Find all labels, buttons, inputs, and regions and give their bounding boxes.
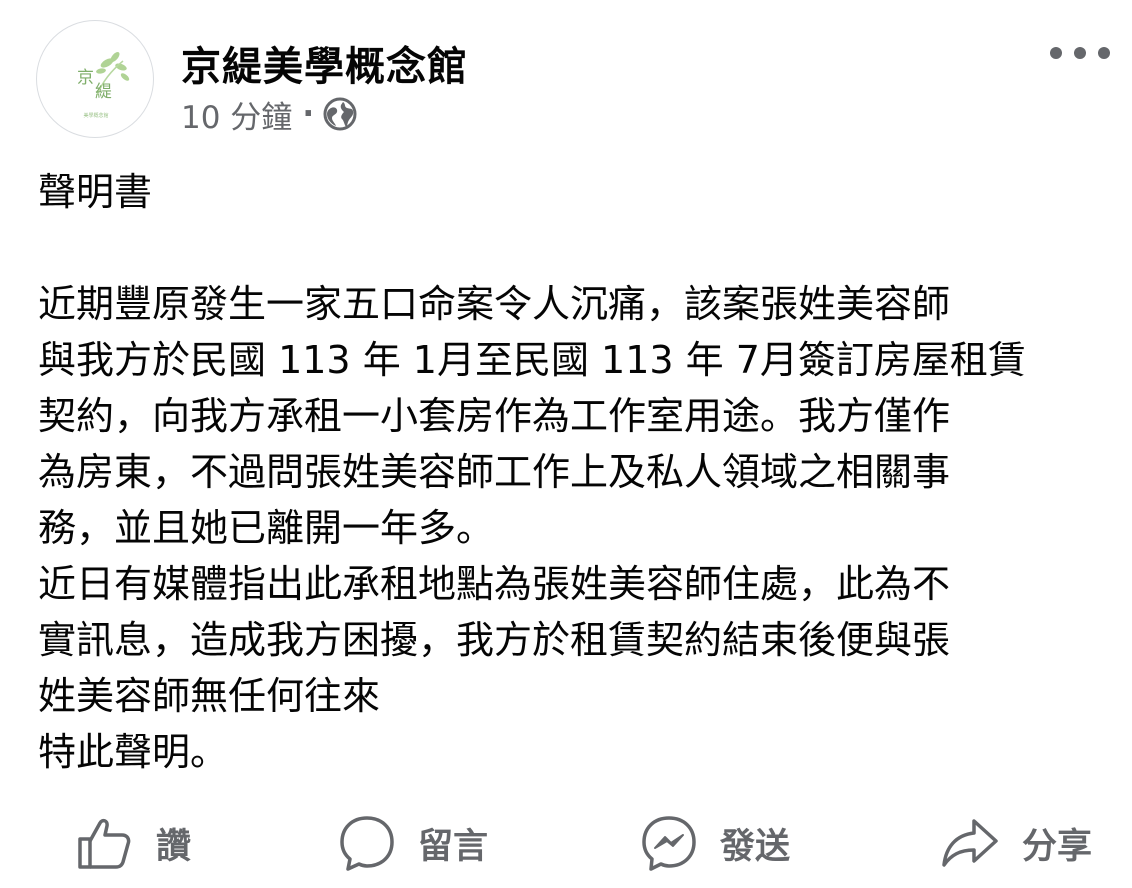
body-line: 與我方於民國 113 年 1月至民國 113 年 7月簽訂房屋租賃 bbox=[38, 338, 1026, 382]
body-line: 姓美容師無任何往來 bbox=[38, 674, 381, 718]
like-label: 讚 bbox=[156, 826, 192, 867]
share-arrow-icon bbox=[942, 819, 998, 867]
share-label: 分享 bbox=[1022, 826, 1093, 867]
avatar-logo: 京 緹 美學概念館 bbox=[77, 52, 130, 119]
post-timestamp[interactable]: 10 分鐘 bbox=[181, 92, 292, 137]
globe-icon[interactable] bbox=[322, 96, 358, 132]
post-header: 京 緹 美學概念館 京緹美學概念館 10 分鐘 · bbox=[36, 20, 1116, 140]
body-line: 特此聲明。 bbox=[38, 730, 229, 774]
page-name-link[interactable]: 京緹美學概念館 bbox=[181, 34, 468, 92]
body-line: 為房東，不過問張姓美容師工作上及私人領域之相關事 bbox=[38, 450, 951, 494]
like-button[interactable]: 讚 bbox=[74, 808, 191, 878]
avatar-text-top: 京 bbox=[77, 68, 94, 88]
body-line: 近期豐原發生一家五口命案令人沉痛，該案張姓美容師 bbox=[38, 282, 951, 326]
comment-button[interactable]: 留言 bbox=[338, 808, 488, 878]
send-label: 發送 bbox=[720, 826, 791, 867]
statement-title: 聲明書 bbox=[38, 170, 153, 214]
action-bar: 讚 留言 發送 分享 bbox=[0, 808, 1132, 878]
post-body: 聲明書 近期豐原發生一家五口命案令人沉痛，該案張姓美容師 與我方於民國 113 … bbox=[38, 164, 1118, 780]
facebook-post: 京 緹 美學概念館 京緹美學概念館 10 分鐘 · 聲明書 近期豐原發生一家五口… bbox=[0, 0, 1132, 888]
messenger-icon bbox=[642, 816, 696, 871]
avatar-text-bottom: 緹 bbox=[95, 82, 112, 102]
body-line: 實訊息，造成我方困擾，我方於租賃契約結束後便與張 bbox=[38, 618, 951, 662]
more-options-icon[interactable] bbox=[1050, 38, 1110, 68]
body-line: 務，並且她已離開一年多。 bbox=[38, 506, 495, 550]
send-button[interactable]: 發送 bbox=[640, 808, 790, 878]
comment-bubble-icon bbox=[340, 816, 394, 871]
share-button[interactable]: 分享 bbox=[940, 808, 1092, 878]
avatar-caption: 美學概念館 bbox=[83, 112, 108, 119]
thumbs-up-icon bbox=[78, 818, 131, 869]
post-meta: 10 分鐘 · bbox=[181, 92, 358, 137]
body-line: 近日有媒體指出此承租地點為張姓美容師住處，此為不 bbox=[38, 562, 951, 606]
body-line: 契約，向我方承租一小套房作為工作室用途。我方僅作 bbox=[38, 394, 951, 438]
comment-label: 留言 bbox=[418, 826, 489, 867]
page-avatar[interactable]: 京 緹 美學概念館 bbox=[36, 20, 154, 138]
meta-separator: · bbox=[302, 96, 315, 132]
